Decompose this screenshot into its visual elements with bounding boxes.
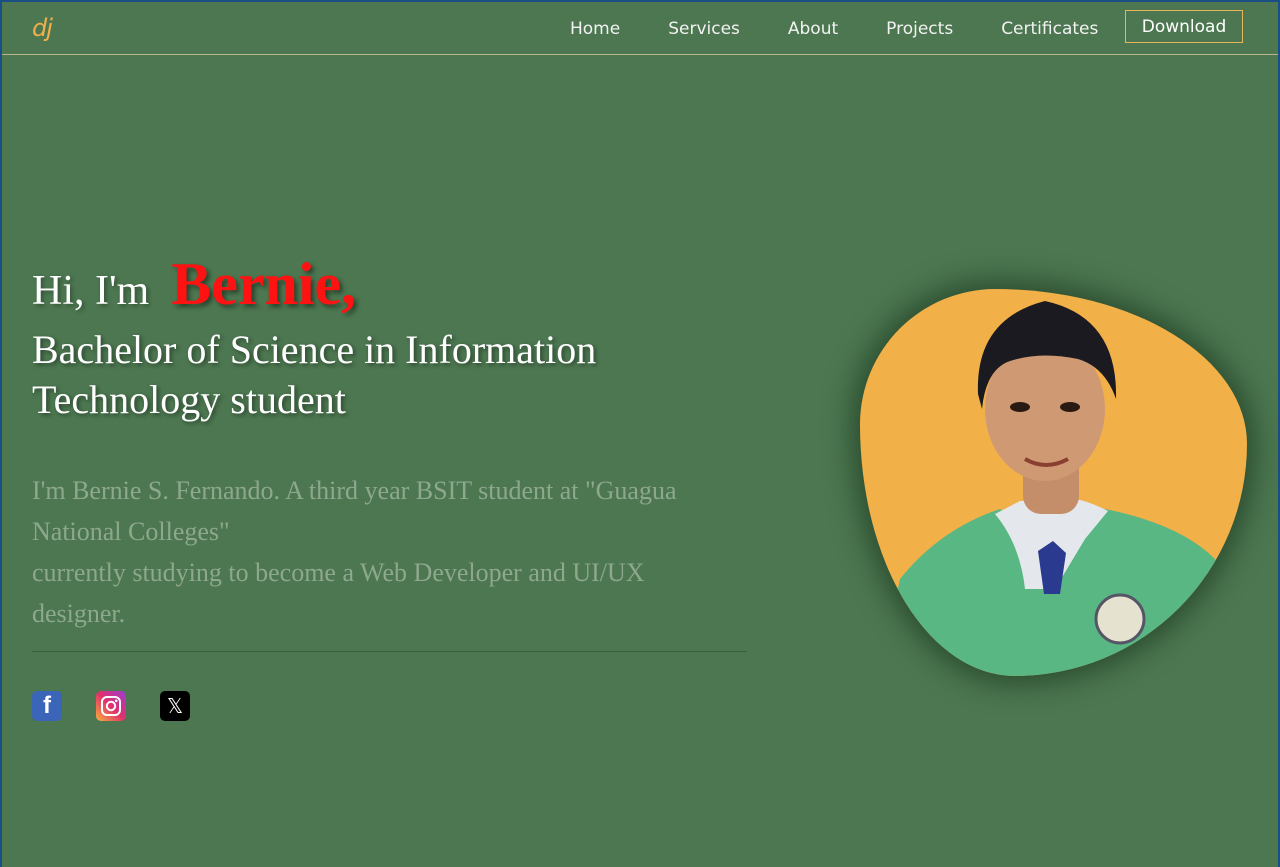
description-line-1: I'm Bernie S. Fernando. A third year BSI… <box>32 476 677 546</box>
nav-about[interactable]: About <box>788 19 838 39</box>
hero-divider <box>32 651 747 652</box>
download-button[interactable]: Download <box>1125 10 1243 43</box>
nav-projects[interactable]: Projects <box>886 19 953 39</box>
nav-home[interactable]: Home <box>570 19 620 39</box>
hero-name: Bernie, <box>171 251 357 317</box>
x-twitter-icon[interactable]: 𝕏 <box>160 691 190 721</box>
top-navbar: dj Home Services About Projects Certific… <box>2 2 1278 55</box>
main-nav: Home Services About Projects Certificate… <box>570 19 1146 39</box>
nav-services[interactable]: Services <box>668 19 740 39</box>
instagram-icon[interactable] <box>96 691 126 721</box>
hero-section: Hi, I'm Bernie, Bachelor of Science in I… <box>32 250 752 634</box>
greeting-text: Hi, I'm <box>32 268 150 314</box>
hero-role: Bachelor of Science in Information Techn… <box>32 327 597 422</box>
nav-certificates[interactable]: Certificates <box>1001 19 1098 39</box>
brand-logo[interactable]: dj <box>32 14 53 42</box>
social-links: f 𝕏 <box>32 691 190 721</box>
description-line-2: currently studying to become a Web Devel… <box>32 558 645 628</box>
hero-description: I'm Bernie S. Fernando. A third year BSI… <box>32 470 732 634</box>
hero-greeting: Hi, I'm Bernie, <box>32 250 752 319</box>
profile-photo <box>860 289 1247 676</box>
facebook-icon[interactable]: f <box>32 691 62 721</box>
